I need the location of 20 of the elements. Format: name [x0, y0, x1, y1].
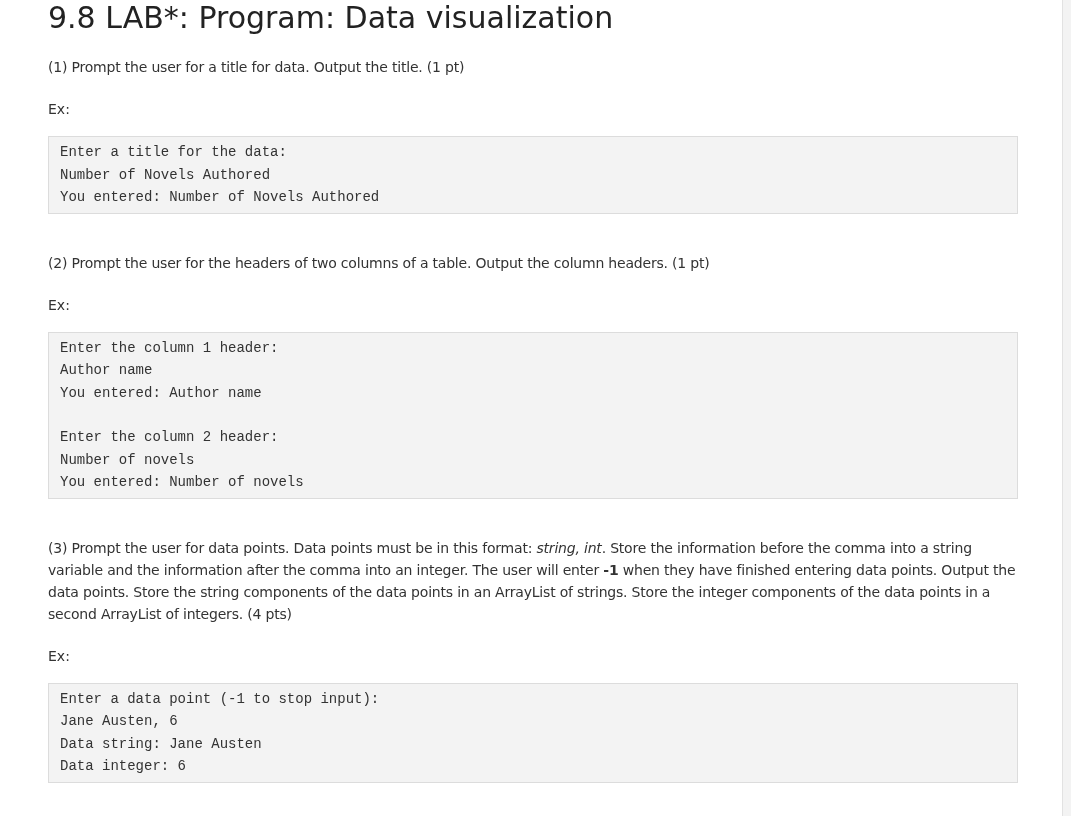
instruction-text: (1) Prompt the user for a title for data. Output the title. (1 pt): [48, 58, 466, 77]
console-line: Number of novels: [60, 450, 196, 470]
console-line: You entered: Number of novels: [60, 473, 305, 492]
console-line: Enter a title for the data:: [60, 143, 288, 162]
console-line: Jane Austen, 6: [60, 712, 179, 731]
example-label: Ex:: [48, 100, 71, 119]
instruction-text: (3) Prompt the user for data points. Data points must be in this format: string, int. Store the information before the comma into a string variable and the information after the comma into an integer. The user will enter -1 when they have finished entering data points. Output the data points. Store the string components of the data points in an ArrayList of strings. Store the integer components of the data points in a second ArrayList of integers. (4 pts): [48, 538, 1017, 624]
instruction-text: (2) Prompt the user for the headers of two columns of a table. Output the column headers. (1 pt): [48, 253, 711, 273]
console-line: You entered: Author name: [60, 383, 263, 403]
console-line: Author name: [60, 361, 154, 380]
console-line: Number of Novels Authored: [60, 165, 272, 185]
console-line: Data string: Jane Austen: [60, 734, 263, 754]
console-line: Enter a data point (-1 to stop input):: [60, 689, 381, 709]
console-line: Enter the column 1 header:: [60, 338, 280, 358]
console-line: You entered: Number of Novels Authored: [60, 188, 381, 207]
console-line: Enter the column 2 header:: [60, 428, 280, 447]
lab-title: 9.8 LAB*: Program: Data visualization: [48, 0, 615, 36]
example-label: Ex:: [48, 295, 71, 315]
example-label: Ex:: [48, 646, 71, 666]
console-line: Data integer: 6: [60, 757, 188, 776]
